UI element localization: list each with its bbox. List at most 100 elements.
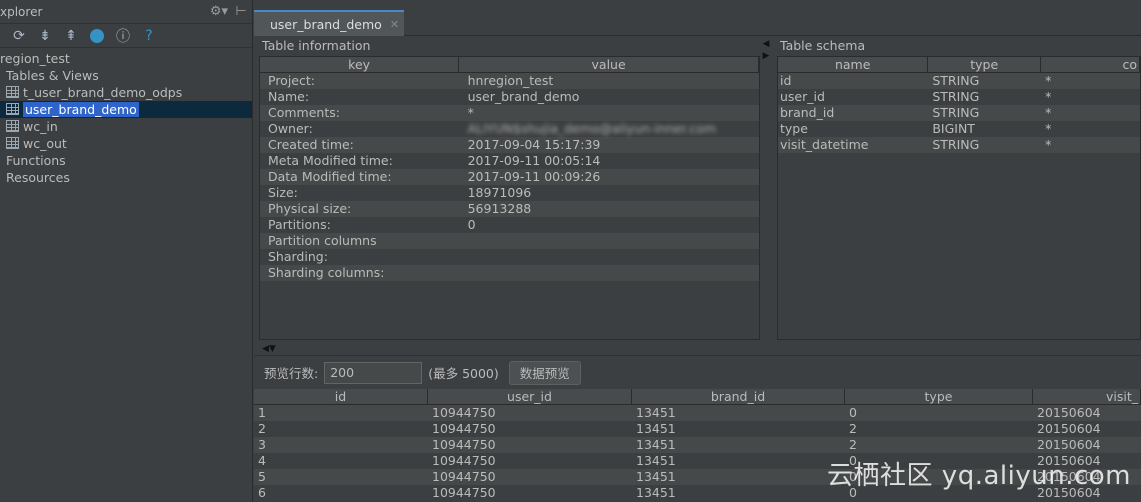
- table-info-row[interactable]: Sharding:: [260, 249, 759, 265]
- schema-type-cell: BIGINT: [932, 121, 975, 136]
- data-cell: 10944750: [432, 421, 496, 436]
- data-cell: 10944750: [432, 437, 496, 452]
- column-header-type[interactable]: type: [845, 389, 1033, 404]
- watermark: 云栖社区 yq.aliyun.com: [827, 461, 1131, 491]
- editor-area: user_brand_demo ✕ Table information key …: [254, 0, 1141, 502]
- data-cell: 10944750: [432, 453, 496, 468]
- schema-row[interactable]: visit_datetime STRING *: [778, 137, 1140, 153]
- table-icon: [6, 137, 19, 149]
- data-cell: 20150604: [1037, 405, 1101, 420]
- hide-panel-icon[interactable]: ⊢: [230, 4, 252, 19]
- tree-table-item[interactable]: wc_in: [0, 118, 252, 135]
- tree-resources[interactable]: Resources: [0, 169, 252, 186]
- table-info-row[interactable]: Data Modified time: 2017-09-11 00:09:26: [260, 169, 759, 185]
- data-row[interactable]: 2 10944750 13451 2 20150604: [254, 421, 1141, 437]
- table-info-row[interactable]: Sharding columns:: [260, 265, 759, 281]
- preview-max-label: (最多 5000): [428, 366, 499, 381]
- table-info-row[interactable]: Owner: ALIYUN$shujia_demo@aliyun-inner.co…: [260, 121, 759, 137]
- tree-functions[interactable]: Functions: [0, 152, 252, 169]
- table-info-row[interactable]: Size: 18971096: [260, 185, 759, 201]
- gear-icon[interactable]: ⚙▾: [208, 4, 230, 19]
- info-key-cell: Owner:: [268, 121, 313, 136]
- tab-label: user_brand_demo: [270, 16, 382, 32]
- data-row[interactable]: 3 10944750 13451 2 20150604: [254, 437, 1141, 453]
- data-cell: 10944750: [432, 485, 496, 500]
- schema-type-cell: STRING: [932, 137, 980, 152]
- table-information-title: Table information: [262, 38, 371, 53]
- table-info-row[interactable]: Comments: *: [260, 105, 759, 121]
- schema-name-cell: id: [780, 73, 792, 88]
- preview-rows-label: 预览行数:: [264, 366, 319, 381]
- schema-name-cell: type: [780, 121, 808, 136]
- schema-type-cell: STRING: [932, 73, 980, 88]
- info-key-cell: Sharding:: [268, 249, 328, 264]
- table-info-row[interactable]: Created time: 2017-09-04 15:17:39: [260, 137, 759, 153]
- column-header-key[interactable]: key: [260, 57, 460, 72]
- info-icon[interactable]: ⓘ: [112, 26, 134, 46]
- data-row[interactable]: 1 10944750 13451 0 20150604: [254, 405, 1141, 421]
- schema-row[interactable]: type BIGINT *: [778, 121, 1140, 137]
- table-information-grid: key value Project: hnregion_test Name: user…: [259, 56, 760, 340]
- info-value-cell: 2017-09-11 00:05:14: [467, 153, 601, 168]
- info-value-cell: [460, 233, 759, 249]
- close-icon[interactable]: ✕: [390, 18, 399, 31]
- grid-header: id user_id brand_id type visit_: [254, 389, 1141, 405]
- column-header-name[interactable]: name: [778, 57, 929, 72]
- vertical-splitter-arrows-icon[interactable]: ◀▼: [262, 344, 302, 354]
- data-cell: 13451: [636, 485, 676, 500]
- refresh-icon[interactable]: ⟳: [8, 26, 30, 46]
- tree-table-item-selected[interactable]: user_brand_demo: [0, 101, 252, 118]
- schema-row[interactable]: id STRING *: [778, 73, 1140, 89]
- data-preview-button[interactable]: 数据预览: [508, 360, 581, 385]
- resources-label: Resources: [6, 170, 70, 185]
- chart-icon[interactable]: [86, 26, 108, 46]
- column-header-visit[interactable]: visit_: [1033, 389, 1141, 404]
- splitter-arrows-icon[interactable]: ◀ ▶: [762, 38, 770, 68]
- preview-rows-input[interactable]: [324, 361, 423, 384]
- tab-user-brand-demo[interactable]: user_brand_demo ✕: [254, 10, 404, 36]
- expand-all-icon[interactable]: ⇟: [34, 26, 56, 46]
- info-key-cell: Created time:: [268, 137, 354, 152]
- table-info-row[interactable]: Name: user_brand_demo: [260, 89, 759, 105]
- table-info-row[interactable]: Partitions: 0: [260, 217, 759, 233]
- column-header-brand-id[interactable]: brand_id: [632, 389, 845, 404]
- project-label: region_test: [0, 51, 70, 66]
- schema-comment-cell: *: [1045, 121, 1052, 136]
- column-header-type[interactable]: type: [928, 57, 1042, 72]
- info-key-cell: Physical size:: [268, 201, 352, 216]
- table-info-row[interactable]: Partition columns: [260, 233, 759, 249]
- table-info-row[interactable]: Meta Modified time: 2017-09-11 00:05:14: [260, 153, 759, 169]
- tree-tables-views[interactable]: Tables & Views: [0, 67, 252, 84]
- preview-toolbar: 预览行数: (最多 5000) 数据预览: [254, 355, 1141, 389]
- data-cell: 10944750: [432, 405, 496, 420]
- tree-project[interactable]: region_test: [0, 50, 252, 67]
- info-key-cell: Comments:: [268, 105, 340, 120]
- info-value-cell: 56913288: [467, 201, 532, 216]
- table-info-row[interactable]: Physical size: 56913288: [260, 201, 759, 217]
- schema-row[interactable]: brand_id STRING *: [778, 105, 1140, 121]
- table-information-rows: Project: hnregion_test Name: user_brand_dem…: [260, 73, 759, 281]
- data-cell: 0: [849, 405, 857, 420]
- column-header-id[interactable]: id: [254, 389, 428, 404]
- tree-table-item[interactable]: t_user_brand_demo_odps: [0, 84, 252, 101]
- column-header-user-id[interactable]: user_id: [428, 389, 632, 404]
- column-header-value[interactable]: value: [459, 57, 759, 72]
- explorer-title: xplorer: [0, 4, 43, 19]
- schema-row[interactable]: user_id STRING *: [778, 89, 1140, 105]
- table-information-panel: Table information key value Project: hnre…: [254, 37, 760, 342]
- explorer-header: xplorer ⚙▾ ⊢: [0, 0, 252, 24]
- schema-name-cell: user_id: [780, 89, 825, 104]
- collapse-all-icon[interactable]: ⇞: [60, 26, 82, 46]
- info-value-cell: 18971096: [467, 185, 532, 200]
- data-cell: 13451: [636, 437, 676, 452]
- table-schema-panel: Table schema name type co id STRING * user_…: [772, 37, 1141, 342]
- grid-header: key value: [260, 57, 759, 73]
- info-value-cell: [460, 249, 759, 265]
- explorer-toolbar: ⟳ ⇟ ⇞ ⓘ ?: [0, 24, 252, 48]
- help-icon[interactable]: ?: [138, 26, 160, 46]
- tree-table-item[interactable]: wc_out: [0, 135, 252, 152]
- table-info-row[interactable]: Project: hnregion_test: [260, 73, 759, 89]
- info-key-cell: Name:: [268, 89, 310, 104]
- column-header-comment[interactable]: co: [1041, 57, 1140, 72]
- table-icon: [6, 103, 19, 115]
